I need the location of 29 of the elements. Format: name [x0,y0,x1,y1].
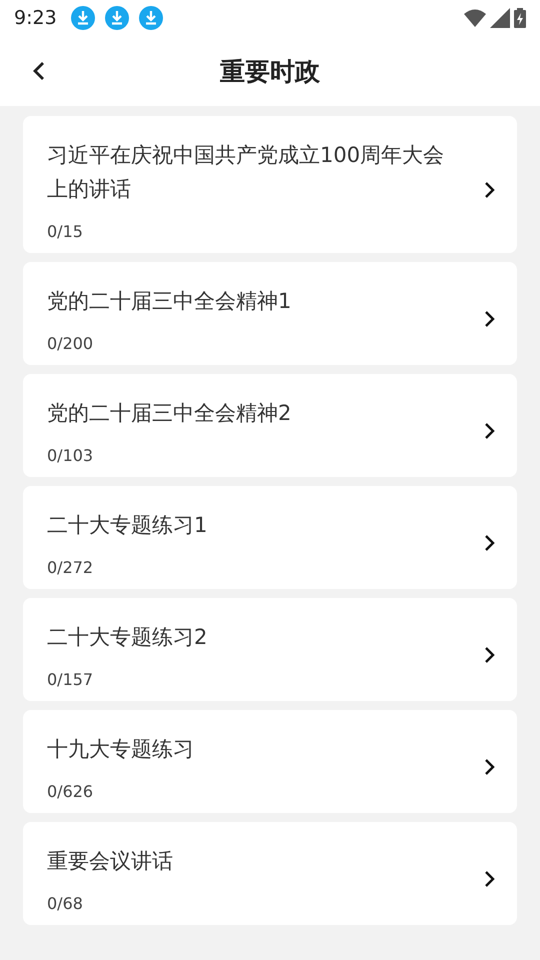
topic-card[interactable]: 二十大专题练习1 0/272 [23,486,517,589]
topic-title: 习近平在庆祝中国共产党成立100周年大会上的讲话 [47,142,446,203]
signal-icon [490,8,510,28]
download-icon [104,6,129,30]
progress-count: 0/68 [47,894,84,913]
topic-card[interactable]: 党的二十届三中全会精神1 0/200 [23,262,517,365]
battery-icon [514,8,526,28]
topic-title: 二十大专题练习1 [47,512,208,539]
progress-count: 0/103 [47,446,94,465]
topic-card[interactable]: 习近平在庆祝中国共产党成立100周年大会上的讲话 0/15 [23,116,517,253]
topic-card[interactable]: 十九大专题练习 0/626 [23,710,517,813]
topic-card[interactable]: 二十大专题练习2 0/157 [23,598,517,701]
topic-card[interactable]: 党的二十届三中全会精神2 0/103 [23,374,517,477]
status-time: 9:23 [14,7,57,29]
wifi-icon [464,9,486,27]
progress-count: 0/157 [47,670,94,689]
progress-count: 0/200 [47,334,94,353]
progress-count: 0/272 [47,558,94,577]
topic-card[interactable]: 重要会议讲话 0/68 [23,822,517,925]
page-title: 重要时政 [220,56,320,88]
topic-title: 党的二十届三中全会精神2 [47,400,292,427]
progress-count: 0/626 [47,782,94,801]
topic-title: 重要会议讲话 [47,848,174,875]
progress-count: 0/15 [47,222,84,241]
download-icon [70,6,95,30]
download-icon [138,6,163,30]
topic-title: 党的二十届三中全会精神1 [47,288,292,315]
topic-title: 二十大专题练习2 [47,624,208,651]
topic-title: 十九大专题练习 [47,736,195,763]
